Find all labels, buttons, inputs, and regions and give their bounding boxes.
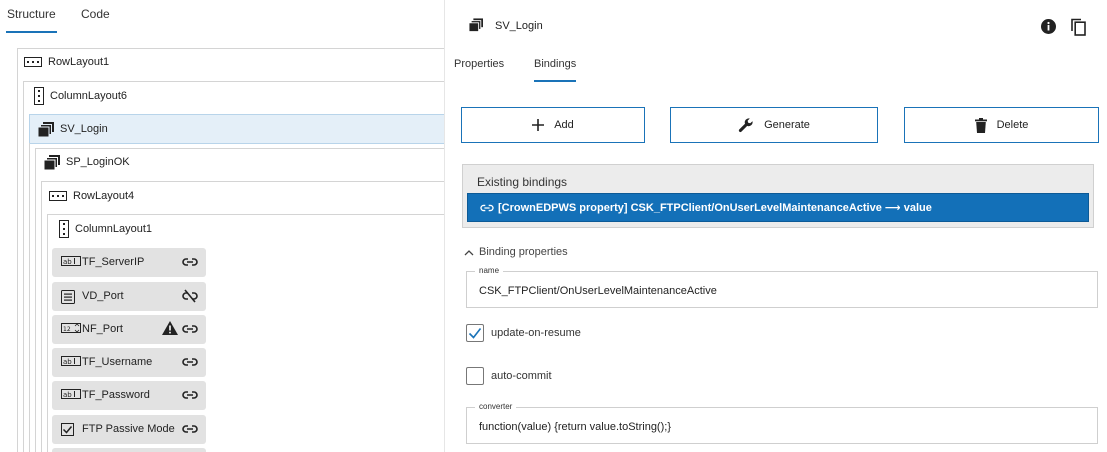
link-icon[interactable] <box>182 355 198 372</box>
name-field-value: CSK_FTPClient/OnUserLevelMaintenanceActi… <box>479 285 717 297</box>
name-field[interactable]: name CSK_FTPClient/OnUserLevelMaintenanc… <box>466 266 1098 308</box>
tree-row-columnlayout1[interactable]: ColumnLayout1 <box>59 218 152 240</box>
generate-button[interactable]: Generate <box>670 107 878 143</box>
copy-icon[interactable] <box>1071 18 1086 39</box>
leaf-label: NF_Port <box>82 323 123 335</box>
link-icon[interactable] <box>182 388 198 405</box>
tab-properties[interactable]: Properties <box>454 58 504 70</box>
checkbox-icon <box>61 423 74 439</box>
binding-list-item-selected[interactable]: [CrownEDPWS property] CSK_FTPClient/OnUs… <box>467 193 1089 222</box>
plus-icon <box>532 119 545 131</box>
link-icon[interactable] <box>182 322 198 339</box>
warning-icon <box>162 321 178 338</box>
text-field-icon: ab <box>61 356 81 369</box>
structure-tree: RowLayout1 ColumnLayout6 SV_Login SP_Log… <box>0 0 444 452</box>
trash-icon <box>974 117 987 133</box>
leaf-label: TF_Password <box>82 389 150 401</box>
wrench-icon <box>738 117 754 133</box>
tree-leaf-tf-password[interactable]: ab TF_Password <box>52 381 206 410</box>
binding-list-item-label: [CrownEDPWS property] CSK_FTPClient/OnUs… <box>498 202 932 214</box>
tree-leaf-nf-port[interactable]: 12 NF_Port <box>52 315 206 344</box>
selected-component-title: SV_Login <box>495 20 543 32</box>
add-button[interactable]: Add <box>461 107 645 143</box>
svg-text:ab: ab <box>63 258 72 266</box>
tree-leaf-tf-username[interactable]: ab TF_Username <box>52 348 206 377</box>
tab-bindings[interactable]: Bindings <box>534 58 577 82</box>
structure-panel: Structure Code RowLayout1 ColumnLayout6 … <box>0 0 445 452</box>
existing-bindings-label: Existing bindings <box>477 175 568 189</box>
link-icon[interactable] <box>182 255 198 272</box>
leaf-label: VD_Port <box>82 290 124 302</box>
tree-label-sp-loginok: SP_LoginOK <box>66 156 130 168</box>
tree-label-rowlayout4: RowLayout4 <box>73 190 135 202</box>
delete-button-label: Delete <box>996 119 1029 131</box>
text-field-icon: ab <box>61 256 81 269</box>
tree-row-sv-login[interactable]: SV_Login <box>38 118 108 140</box>
unlink-icon[interactable] <box>182 289 198 306</box>
converter-field-value: function(value) {return value.toString()… <box>479 421 671 433</box>
converter-field-label: converter <box>475 402 517 411</box>
app-root: Structure Code RowLayout1 ColumnLayout6 … <box>0 0 1107 452</box>
leaf-label: TF_Username <box>82 356 153 368</box>
auto-commit-label: auto-commit <box>491 370 552 382</box>
tree-row-sp-loginok[interactable]: SP_LoginOK <box>44 151 130 173</box>
add-button-label: Add <box>554 119 574 131</box>
existing-bindings-box: Existing bindings [CrownEDPWS property] … <box>462 164 1094 228</box>
link-icon[interactable] <box>182 422 198 439</box>
tree-label-rowlayout1: RowLayout1 <box>48 56 110 68</box>
stacked-view-icon <box>38 121 54 137</box>
leaf-label: FTP Passive Mode <box>82 423 175 435</box>
tree-leaf-tf-serverip[interactable]: ab TF_ServerIP <box>52 248 206 277</box>
binding-properties-label: Binding properties <box>479 246 568 258</box>
tree-row-columnlayout6[interactable]: ColumnLayout6 <box>34 85 127 107</box>
tree-label-columnlayout6: ColumnLayout6 <box>50 90 128 102</box>
tree-label-columnlayout1: ColumnLayout1 <box>75 223 153 235</box>
chevron-up-icon <box>464 249 474 256</box>
svg-text:ab: ab <box>63 391 72 399</box>
tree-row-rowlayout4[interactable]: RowLayout4 <box>49 185 134 207</box>
tree-leaf-vd-port[interactable]: VD_Port <box>52 282 206 311</box>
update-on-resume-label: update-on-resume <box>491 327 581 339</box>
stacked-view-icon <box>468 18 483 35</box>
column-layout-icon <box>34 87 44 105</box>
svg-text:12: 12 <box>63 326 71 333</box>
column-layout-icon <box>59 220 69 238</box>
binding-properties-toggle[interactable]: Binding properties <box>464 246 568 258</box>
name-field-label: name <box>475 266 504 275</box>
tree-leaf-ftp-passive-mode[interactable]: FTP Passive Mode <box>52 415 206 444</box>
row-layout-icon <box>24 57 42 67</box>
update-on-resume-checkbox[interactable] <box>466 324 484 342</box>
value-display-icon <box>61 290 75 307</box>
numeric-field-icon: 12 <box>61 323 81 336</box>
auto-commit-checkbox[interactable] <box>466 367 484 385</box>
row-layout-icon <box>49 191 67 201</box>
tree-row-rowlayout1[interactable]: RowLayout1 <box>24 51 109 73</box>
svg-text:ab: ab <box>63 358 72 366</box>
tree-label-sv-login: SV_Login <box>60 123 108 135</box>
properties-panel: SV_Login Properties Bindings Add Generat… <box>445 0 1107 452</box>
converter-field[interactable]: converter function(value) {return value.… <box>466 402 1098 444</box>
text-field-icon: ab <box>61 389 81 402</box>
leaf-label: TF_ServerIP <box>82 256 145 268</box>
info-icon[interactable] <box>1041 19 1056 37</box>
checkmark-icon <box>468 328 482 339</box>
link-icon <box>480 202 494 214</box>
tree-leaf-partial <box>52 448 206 452</box>
stacked-panel-icon <box>44 154 60 170</box>
delete-button[interactable]: Delete <box>904 107 1099 143</box>
generate-button-label: Generate <box>764 119 810 131</box>
